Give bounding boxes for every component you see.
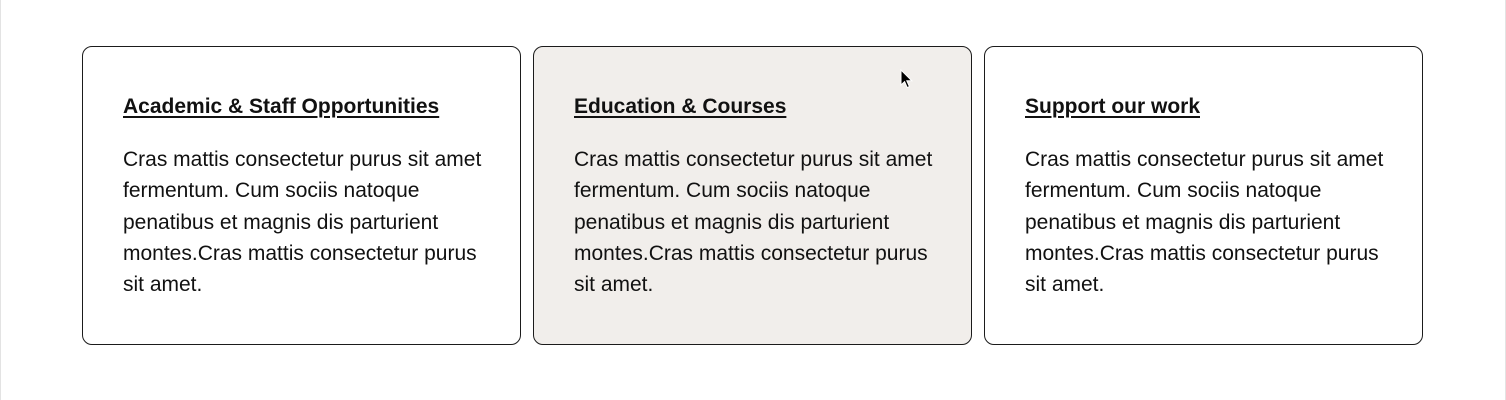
arrow-pointer-icon <box>900 69 914 89</box>
card-title-link[interactable]: Academic & Staff Opportunities <box>123 94 439 120</box>
card-description: Cras mattis consectetur purus sit amet f… <box>1025 148 1384 297</box>
page: Academic & Staff Opportunities Cras matt… <box>0 0 1506 400</box>
card-description: Cras mattis consectetur purus sit amet f… <box>574 148 933 297</box>
card-education-courses[interactable]: Education & Courses Cras mattis consecte… <box>533 46 972 345</box>
card-description: Cras mattis consectetur purus sit amet f… <box>123 148 482 297</box>
card-title-link[interactable]: Support our work <box>1025 94 1200 120</box>
card-title-link[interactable]: Education & Courses <box>574 94 786 120</box>
card-academic-staff-opportunities[interactable]: Academic & Staff Opportunities Cras matt… <box>82 46 521 345</box>
card-row: Academic & Staff Opportunities Cras matt… <box>82 46 1423 345</box>
card-support-our-work[interactable]: Support our work Cras mattis consectetur… <box>984 46 1423 345</box>
